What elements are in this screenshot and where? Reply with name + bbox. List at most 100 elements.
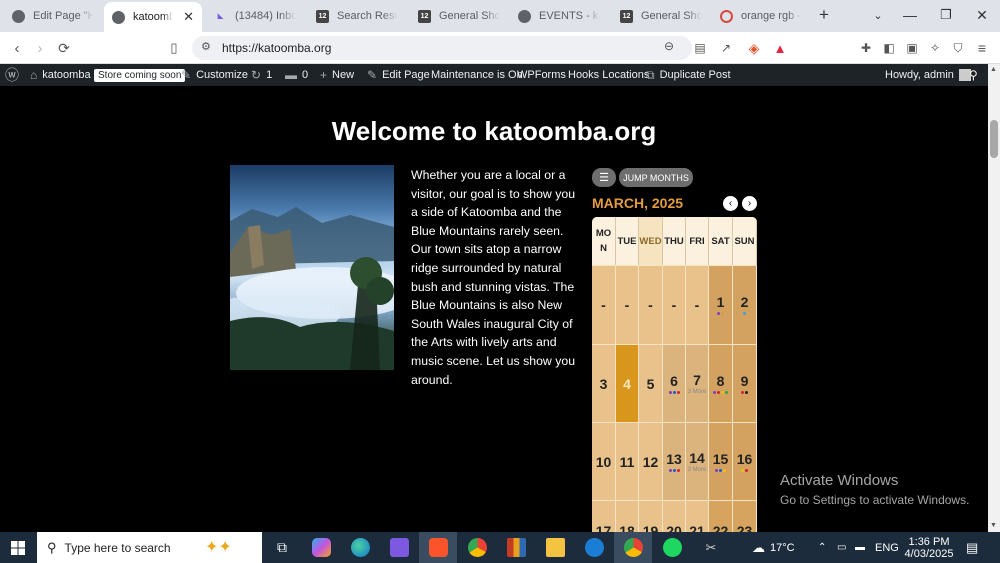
wordpress-logo-icon[interactable]: ⓦ [5, 64, 24, 86]
calendar-day[interactable]: 5 [639, 345, 663, 423]
restore-icon[interactable]: ❐ [930, 4, 962, 26]
calendar-day[interactable]: 3 [592, 345, 616, 423]
more-events-link[interactable]: 3 More [688, 467, 707, 474]
calendar-day[interactable]: 16 [733, 423, 757, 501]
calendar-day[interactable]: 21 [686, 501, 709, 532]
snipping-tool-icon[interactable]: ✂ [692, 532, 730, 563]
browser-tab[interactable]: 12 General Shortc [612, 4, 710, 28]
minimize-icon[interactable]: — [894, 4, 926, 26]
chrome-alt-icon[interactable] [614, 532, 652, 563]
file-explorer-icon[interactable] [536, 532, 574, 563]
close-tab-icon[interactable]: ✕ [183, 9, 194, 25]
vpn-icon[interactable]: ⛉ [948, 38, 968, 58]
calendar-day[interactable]: 19 [639, 501, 663, 532]
copilot-icon[interactable] [302, 532, 340, 563]
browser-tab[interactable]: 12 Search Results [308, 4, 406, 28]
brave-rewards-icon[interactable]: ▲ [770, 38, 790, 58]
share-icon[interactable]: ↗ [716, 38, 736, 58]
calendar-day[interactable]: 14 3 More [686, 423, 709, 501]
previous-month-icon[interactable]: ‹ [723, 196, 738, 211]
calendar-day[interactable]: 13 [663, 423, 686, 501]
more-events-link[interactable]: 3 More [688, 389, 707, 396]
calendar-day[interactable]: 23 [733, 501, 757, 532]
back-icon[interactable]: ‹ [7, 38, 27, 58]
scroll-up-icon[interactable]: ▲ [990, 66, 997, 73]
new-tab-button[interactable]: + [808, 4, 840, 26]
chrome-icon[interactable] [458, 532, 496, 563]
calendar-day[interactable]: 8 [709, 345, 733, 423]
browser-tab[interactable]: EVENTS - kato [510, 4, 608, 28]
edge-icon[interactable] [341, 532, 379, 563]
clock[interactable]: 1:36 PM 4/03/2025 [905, 532, 954, 563]
wp-site-name[interactable]: ⌂ katoomba [30, 64, 91, 86]
zoom-icon[interactable]: ⊖ [664, 39, 674, 53]
wallet-icon[interactable]: ▣ [902, 38, 922, 58]
brave-shields-icon[interactable]: ◈ [744, 38, 764, 58]
wp-hooks-locations[interactable]: Hooks Locations [568, 64, 649, 86]
show-hidden-icons-icon[interactable]: ⌃ [818, 532, 826, 563]
browser-tab-active[interactable]: katoomba ✕ [104, 2, 202, 32]
sidebar-icon[interactable]: ◧ [879, 38, 899, 58]
notifications-icon[interactable]: ▤ [966, 532, 978, 563]
taskbar-search-input[interactable]: ⚲ Type here to search ✦✦ [37, 532, 262, 563]
protonvpn-icon[interactable] [380, 532, 418, 563]
scroll-down-icon[interactable]: ▼ [990, 522, 997, 529]
calendar-day[interactable]: 10 [592, 423, 616, 501]
search-icon[interactable]: ⚲ [969, 64, 978, 86]
store-coming-soon-badge[interactable]: Store coming soon [94, 64, 186, 86]
device-icon[interactable]: ▭ [837, 532, 846, 563]
jump-months-button[interactable]: JUMP MONTHS [619, 168, 693, 187]
filter-icon[interactable]: ☰ [592, 168, 616, 187]
calendar-day[interactable]: 22 [709, 501, 733, 532]
tab-search-chevron-icon[interactable]: ⌄ [862, 4, 894, 26]
wp-customize[interactable]: ✎ Customize [181, 64, 248, 86]
day-number: 11 [619, 453, 635, 470]
browser-tab[interactable]: ◣ (13484) Inbox | [206, 4, 304, 28]
calendar-day-today[interactable]: 4 [616, 345, 639, 423]
site-settings-icon[interactable]: ⚙ [201, 40, 211, 53]
calendar-day[interactable]: 20 [663, 501, 686, 532]
spotify-icon[interactable] [653, 532, 691, 563]
calendar-day[interactable]: 12 [639, 423, 663, 501]
wp-wpforms[interactable]: WPForms [517, 64, 566, 86]
wp-updates[interactable]: ↻ 1 [251, 64, 272, 86]
calendar-day[interactable]: 17 [592, 501, 616, 532]
brave-browser-icon[interactable] [419, 532, 457, 563]
language-indicator[interactable]: ENG [875, 532, 899, 563]
browser-tab[interactable]: 12 General Shortc [410, 4, 508, 28]
calendar-day[interactable]: 1 [709, 266, 733, 345]
scrollbar-thumb[interactable] [990, 120, 998, 158]
wp-my-account[interactable]: Howdy, admin [885, 64, 971, 86]
calendar-day[interactable]: 18 [616, 501, 639, 532]
wp-new[interactable]: + New [320, 64, 354, 86]
browser-tab[interactable]: orange rgb - B [712, 4, 810, 28]
wp-maintenance[interactable]: Maintenance is On [431, 64, 523, 86]
weather-widget[interactable]: ☁ 17°C [752, 532, 795, 563]
calendar-day[interactable]: 73 More [686, 345, 709, 423]
address-bar[interactable]: ⚙ https://katoomba.org ⊖ [192, 36, 692, 60]
menu-icon[interactable]: ≡ [972, 38, 992, 58]
wp-edit-page[interactable]: ✎ Edit Page [367, 64, 430, 86]
task-view-icon[interactable]: ⧉ [263, 532, 301, 563]
books-app-icon[interactable] [497, 532, 535, 563]
next-month-icon[interactable]: › [742, 196, 757, 211]
wp-duplicate-post[interactable]: ⧉ Duplicate Post [646, 64, 731, 86]
airline-app-icon[interactable] [575, 532, 613, 563]
browser-tab[interactable]: Edit Page "HOME [4, 4, 102, 28]
bookmark-icon[interactable]: ▯ [164, 38, 184, 58]
leo-ai-icon[interactable]: ✧ [925, 38, 945, 58]
calendar-day[interactable]: 9 [733, 345, 757, 423]
page-scrollbar[interactable]: ▲ ▼ [988, 64, 1000, 532]
reload-icon[interactable]: ⟳ [54, 38, 74, 58]
wp-comments[interactable]: ▬ 0 [285, 64, 308, 86]
close-window-icon[interactable]: ✕ [966, 4, 998, 26]
extensions-icon[interactable]: ✚ [856, 38, 876, 58]
calendar-day[interactable]: 6 [663, 345, 686, 423]
calendar-day[interactable]: 11 [616, 423, 639, 501]
reader-mode-icon[interactable]: ▤ [690, 38, 710, 58]
calendar-day[interactable]: 2 [733, 266, 757, 345]
forward-icon[interactable]: › [30, 38, 50, 58]
calendar-day[interactable]: 15 [709, 423, 733, 501]
network-icon[interactable]: ▬ [855, 532, 865, 563]
windows-start-icon[interactable] [0, 532, 36, 563]
